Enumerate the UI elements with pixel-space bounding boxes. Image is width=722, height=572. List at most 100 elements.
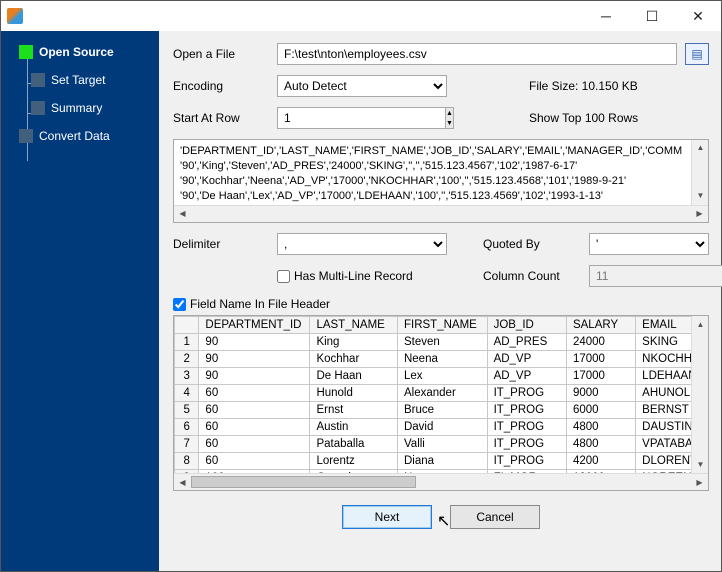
step-indicator-icon: [31, 73, 45, 87]
cell[interactable]: 90: [199, 351, 310, 368]
preview-line: '90','Kochhar','Neena','AD_VP','17000','…: [180, 174, 684, 189]
column-header[interactable]: LAST_NAME: [310, 317, 398, 334]
table-row[interactable]: 560ErnstBruceIT_PROG6000BERNST: [175, 402, 708, 419]
cell[interactable]: AD_PRES: [487, 334, 566, 351]
cell[interactable]: Neena: [397, 351, 487, 368]
step-indicator-icon: [19, 45, 33, 59]
table-row[interactable]: 460HunoldAlexanderIT_PROG9000AHUNOLD: [175, 385, 708, 402]
cell[interactable]: IT_PROG: [487, 385, 566, 402]
cell[interactable]: IT_PROG: [487, 419, 566, 436]
header-checkbox[interactable]: Field Name In File Header: [173, 297, 330, 311]
cell[interactable]: 4200: [566, 453, 635, 470]
delimiter-label: Delimiter: [173, 237, 269, 251]
grid-vertical-scrollbar[interactable]: ▲ ▼: [691, 316, 708, 473]
file-path-input[interactable]: [277, 43, 677, 65]
show-top-label: Show Top 100 Rows: [529, 111, 709, 125]
cell[interactable]: Diana: [397, 453, 487, 470]
quoted-by-select[interactable]: ': [589, 233, 709, 255]
cell[interactable]: 90: [199, 334, 310, 351]
maximize-button[interactable]: ☐: [629, 1, 675, 31]
cell[interactable]: AD_VP: [487, 368, 566, 385]
minimize-button[interactable]: ─: [583, 1, 629, 31]
column-header[interactable]: DEPARTMENT_ID: [199, 317, 310, 334]
chevron-down-icon[interactable]: ▼: [692, 188, 709, 205]
cell[interactable]: De Haan: [310, 368, 398, 385]
chevron-up-icon[interactable]: ▲: [692, 140, 709, 157]
table-row[interactable]: 760PataballaValliIT_PROG4800VPATABAL: [175, 436, 708, 453]
cell[interactable]: Austin: [310, 419, 398, 436]
cell[interactable]: IT_PROG: [487, 402, 566, 419]
delimiter-select[interactable]: ,: [277, 233, 447, 255]
folder-icon: ▤: [691, 47, 702, 61]
start-row-input[interactable]: [277, 107, 445, 129]
chevron-up-icon[interactable]: ▲: [692, 316, 709, 333]
browse-file-button[interactable]: ▤: [685, 43, 709, 65]
multiline-checkbox-input[interactable]: [277, 270, 290, 283]
table-row[interactable]: 860LorentzDianaIT_PROG4200DLORENT: [175, 453, 708, 470]
cell[interactable]: King: [310, 334, 398, 351]
cursor-icon: ↖: [437, 511, 450, 531]
cell[interactable]: IT_PROG: [487, 453, 566, 470]
cell[interactable]: Alexander: [397, 385, 487, 402]
row-number: 7: [175, 436, 199, 453]
table-row[interactable]: 290KochharNeenaAD_VP17000NKOCHHA: [175, 351, 708, 368]
cell[interactable]: 17000: [566, 368, 635, 385]
cell[interactable]: Ernst: [310, 402, 398, 419]
step-convert-data[interactable]: Convert Data: [17, 125, 155, 147]
chevron-left-icon[interactable]: ◀: [174, 206, 191, 223]
cell[interactable]: 60: [199, 453, 310, 470]
column-header[interactable]: JOB_ID: [487, 317, 566, 334]
column-header[interactable]: SALARY: [566, 317, 635, 334]
cell[interactable]: Valli: [397, 436, 487, 453]
cell[interactable]: 60: [199, 419, 310, 436]
start-row-label: Start At Row: [173, 111, 269, 125]
cell[interactable]: 60: [199, 385, 310, 402]
cell[interactable]: IT_PROG: [487, 436, 566, 453]
table-row[interactable]: 390De HaanLexAD_VP17000LDEHAAN: [175, 368, 708, 385]
cancel-button[interactable]: Cancel: [450, 505, 540, 529]
start-row-spinner[interactable]: ▲▼: [277, 107, 447, 129]
cell[interactable]: 4800: [566, 436, 635, 453]
cell[interactable]: Pataballa: [310, 436, 398, 453]
cell[interactable]: 6000: [566, 402, 635, 419]
titlebar: ─ ☐ ✕: [1, 1, 721, 31]
close-button[interactable]: ✕: [675, 1, 721, 31]
chevron-down-icon[interactable]: ▼: [692, 456, 709, 473]
cell[interactable]: 24000: [566, 334, 635, 351]
cell[interactable]: 90: [199, 368, 310, 385]
cell[interactable]: David: [397, 419, 487, 436]
cell[interactable]: Hunold: [310, 385, 398, 402]
cell[interactable]: 9000: [566, 385, 635, 402]
chevron-up-icon[interactable]: ▲: [446, 108, 453, 118]
cell[interactable]: Lex: [397, 368, 487, 385]
cell[interactable]: Bruce: [397, 402, 487, 419]
row-number: 4: [175, 385, 199, 402]
cell[interactable]: 60: [199, 402, 310, 419]
header-checkbox-label: Field Name In File Header: [190, 297, 330, 311]
preview-horizontal-scrollbar[interactable]: ◀ ▶: [174, 205, 708, 222]
cell[interactable]: 60: [199, 436, 310, 453]
cell[interactable]: AD_VP: [487, 351, 566, 368]
column-header[interactable]: FIRST_NAME: [397, 317, 487, 334]
cell[interactable]: 17000: [566, 351, 635, 368]
encoding-select[interactable]: Auto Detect: [277, 75, 447, 97]
chevron-right-icon[interactable]: ▶: [691, 474, 708, 491]
table-row[interactable]: 660AustinDavidIT_PROG4800DAUSTIN: [175, 419, 708, 436]
multiline-checkbox[interactable]: Has Multi-Line Record: [277, 269, 447, 283]
table-row[interactable]: 190KingStevenAD_PRES24000SKING: [175, 334, 708, 351]
cell[interactable]: Kochhar: [310, 351, 398, 368]
chevron-left-icon[interactable]: ◀: [174, 474, 191, 491]
preview-vertical-scrollbar[interactable]: ▲ ▼: [691, 140, 708, 205]
cell[interactable]: Lorentz: [310, 453, 398, 470]
file-preview[interactable]: 'DEPARTMENT_ID','LAST_NAME','FIRST_NAME'…: [173, 139, 709, 223]
chevron-down-icon[interactable]: ▼: [446, 118, 453, 128]
next-button[interactable]: Next: [342, 505, 432, 529]
cell[interactable]: 4800: [566, 419, 635, 436]
header-checkbox-input[interactable]: [173, 298, 186, 311]
grid-horizontal-scrollbar[interactable]: ◀ ▶: [174, 473, 708, 490]
row-number: 6: [175, 419, 199, 436]
cell[interactable]: Steven: [397, 334, 487, 351]
data-grid[interactable]: DEPARTMENT_IDLAST_NAMEFIRST_NAMEJOB_IDSA…: [173, 315, 709, 491]
chevron-right-icon[interactable]: ▶: [691, 206, 708, 223]
step-open-source[interactable]: Open Source: [17, 41, 155, 63]
